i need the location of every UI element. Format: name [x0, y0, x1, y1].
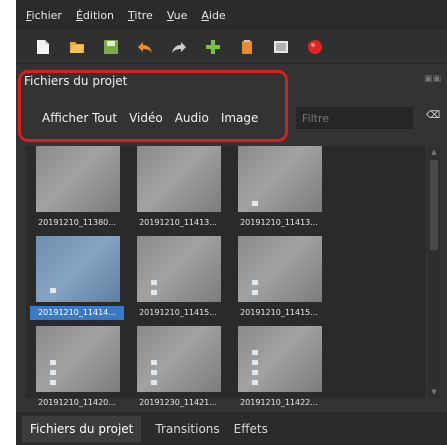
thumbnail-image: [137, 146, 221, 212]
file-label: 20191210_11422...: [240, 398, 318, 407]
filter-show-all-button[interactable]: Afficher Tout: [42, 111, 117, 125]
menu-bar: Fichier Édition Titre Vue Aide: [16, 0, 447, 30]
clear-filter-icon[interactable]: ⌫: [426, 110, 440, 121]
frame-marker: [252, 350, 258, 355]
file-thumbnail[interactable]: 20191210_11380...: [30, 146, 124, 238]
menu-vue[interactable]: Vue: [167, 9, 188, 22]
scroll-up-icon[interactable]: ▲: [430, 148, 438, 156]
menu-fichier[interactable]: Fichier: [26, 9, 62, 22]
thumbnail-image: [137, 326, 221, 392]
thumbnail-image: [36, 236, 120, 302]
tab-effects[interactable]: Effets: [234, 422, 268, 436]
frame-marker: [252, 370, 258, 375]
export-video-icon[interactable]: [306, 38, 324, 56]
file-thumbnail[interactable]: 20191210_11415...: [232, 236, 326, 328]
frame-marker: [50, 360, 56, 365]
filter-video-button[interactable]: Vidéo: [129, 111, 163, 125]
frame-marker: [252, 360, 258, 365]
file-thumbnail[interactable]: 20191210_11420...: [30, 326, 124, 418]
tab-project-files[interactable]: Fichiers du projet: [22, 415, 142, 442]
file-label: 20191210_11413...: [240, 218, 318, 227]
file-thumbnail[interactable]: 20191230_11421...: [131, 326, 225, 418]
frame-marker: [151, 380, 157, 385]
thumbnail-image: [137, 236, 221, 302]
file-label: 20191210_11414...: [30, 306, 124, 320]
thumbnail-image: [238, 236, 322, 302]
panel-float-icon[interactable]: ▣▣: [424, 74, 441, 84]
import-files-icon[interactable]: [204, 38, 222, 56]
file-thumbnail-selected[interactable]: 20191210_11414...: [30, 236, 124, 328]
thumbnail-image: [238, 326, 322, 392]
thumbnail-image: [36, 326, 120, 392]
panel-title: Fichiers du projet: [24, 74, 128, 88]
new-project-icon[interactable]: [34, 38, 52, 56]
menu-titre[interactable]: Titre: [128, 9, 153, 22]
file-thumbnail[interactable]: 20191210_11413...: [232, 146, 326, 238]
bottom-tabs: Fichiers du projet Transitions Effets: [16, 412, 447, 445]
filter-bar: Afficher Tout Vidéo Audio Image ⌫: [34, 104, 444, 132]
fullscreen-icon[interactable]: [272, 38, 290, 56]
frame-marker: [151, 360, 157, 365]
file-label: 20191210_11415...: [139, 308, 217, 317]
file-grid: 20191210_11380... 20191210_11413... 2019…: [26, 146, 426, 407]
file-thumbnail[interactable]: 20191210_11422...: [232, 326, 326, 418]
filter-input[interactable]: [296, 107, 413, 129]
choose-profile-icon[interactable]: [238, 38, 256, 56]
frame-marker: [50, 288, 56, 293]
filter-audio-button[interactable]: Audio: [175, 111, 209, 125]
open-project-icon[interactable]: [68, 38, 86, 56]
frame-marker: [151, 370, 157, 375]
redo-icon[interactable]: [170, 38, 188, 56]
scroll-thumb[interactable]: [430, 160, 438, 250]
frame-marker: [252, 280, 258, 285]
filter-image-button[interactable]: Image: [221, 111, 259, 125]
thumbnail-image: [238, 146, 322, 212]
frame-marker: [50, 370, 56, 375]
file-label: 20191230_11421...: [139, 398, 217, 407]
file-thumbnail[interactable]: 20191210_11413...: [131, 146, 225, 238]
file-label: 20191210_11413...: [139, 218, 217, 227]
frame-marker: [151, 280, 157, 285]
frame-marker: [252, 201, 258, 206]
file-label: 20191210_11415...: [240, 308, 318, 317]
menu-edition[interactable]: Édition: [76, 9, 114, 22]
thumbnail-image: [36, 146, 120, 212]
file-label: 20191210_11380...: [38, 218, 116, 227]
toolbar: [16, 30, 447, 64]
frame-marker: [50, 380, 56, 385]
undo-icon[interactable]: [136, 38, 154, 56]
frame-marker: [252, 290, 258, 295]
frame-marker: [151, 290, 157, 295]
scroll-down-icon[interactable]: ▼: [430, 388, 438, 396]
file-thumbnail[interactable]: 20191210_11415...: [131, 236, 225, 328]
menu-aide[interactable]: Aide: [201, 9, 225, 22]
save-project-icon[interactable]: [102, 38, 120, 56]
vertical-scrollbar[interactable]: ▲ ▼: [428, 146, 440, 398]
tab-transitions[interactable]: Transitions: [155, 422, 219, 436]
openshot-window: Fichier Édition Titre Vue Aide Fichiers …: [16, 0, 447, 445]
frame-marker: [252, 380, 258, 385]
file-label: 20191210_11420...: [38, 398, 116, 407]
